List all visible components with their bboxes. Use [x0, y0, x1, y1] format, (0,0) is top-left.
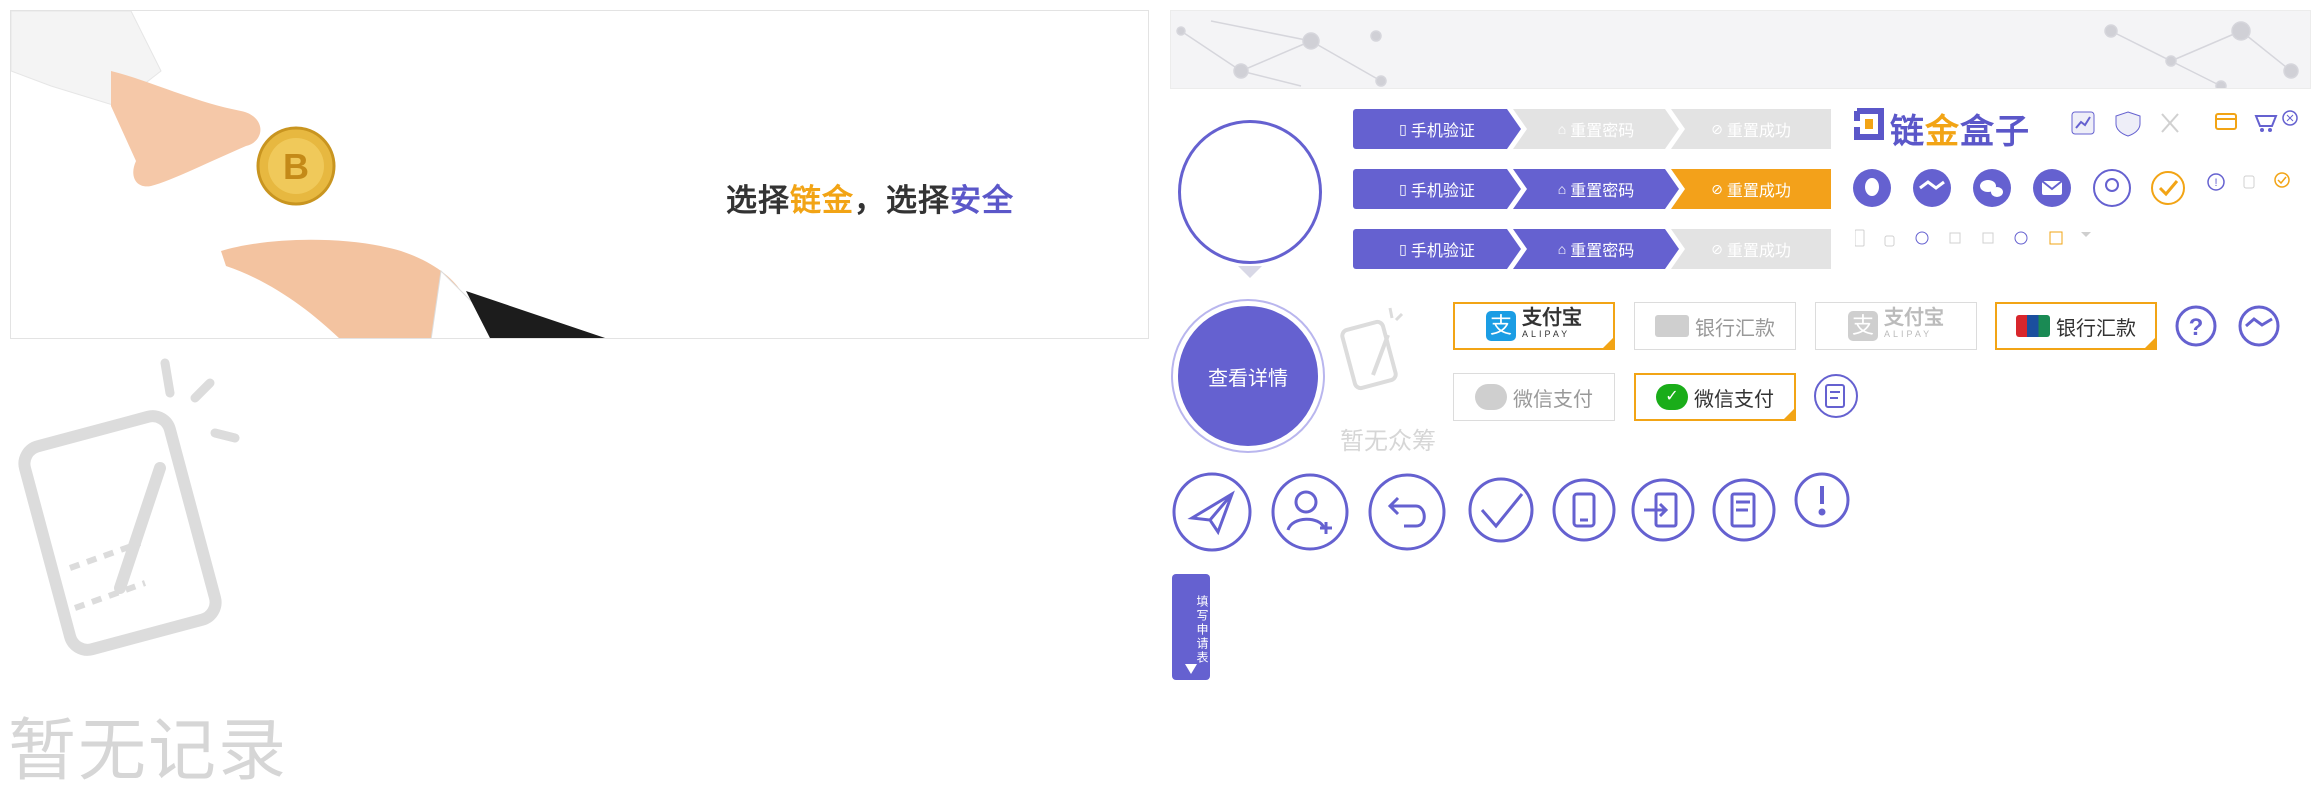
mobile-icon: ▯ [1399, 180, 1407, 197]
step-label: 重置密码 [1570, 123, 1635, 140]
mobile-outline-icon [1552, 478, 1616, 542]
step-reset-password[interactable]: ⌂ 重置密码 [1513, 229, 1679, 269]
alipay-en-label: ALIPAY [1884, 329, 1933, 339]
logo-box-icon [1854, 108, 1884, 140]
wechat-pay-icon [1475, 384, 1507, 410]
user-icon [2093, 169, 2131, 207]
wechat-pay-label: 微信支付 [1694, 388, 1774, 411]
step-phone-verify[interactable]: ▯ 手机验证 [1353, 109, 1521, 149]
fill-application-label: 填写申请表 [1195, 595, 1209, 665]
step-label: 重置密码 [1570, 243, 1635, 260]
slogan-highlight-gold: 链金 [790, 183, 854, 218]
bank-transfer-option-selected[interactable]: 银行汇款 [1995, 302, 2157, 350]
outline-icons-row [1172, 472, 1850, 552]
step-label: 重置成功 [1726, 183, 1791, 200]
check-circle-icon: ⊘ [1711, 180, 1723, 197]
handshake-outline-icon [2238, 305, 2280, 347]
svg-text:B: B [283, 146, 309, 187]
slogan-text: 选择 [726, 183, 790, 218]
alipay-label: 支付宝 [1884, 307, 1944, 329]
step-reset-success[interactable]: ⊘ 重置成功 [1671, 109, 1831, 149]
empty-crowdfund-icon [1340, 307, 1404, 391]
svg-text:?: ? [2189, 314, 2204, 341]
step-label: 手机验证 [1410, 243, 1475, 260]
coin-hands-illustration: B [11, 11, 606, 338]
empty-records-icon [18, 358, 240, 656]
document-check-icon[interactable] [1812, 372, 1860, 420]
selected-corner-icon [2143, 336, 2157, 350]
stepbar-state-3: ▯ 手机验证 ⌂ 重置密码 ⊘ 重置成功 [1353, 169, 1833, 209]
alipay-icon: 支 [1486, 311, 1516, 341]
alipay-icon: 支 [1848, 311, 1878, 341]
brand-text: 链 [1890, 113, 1925, 151]
handshake-icon [1913, 169, 1951, 207]
empty-records-text: 暂无记录 [8, 713, 289, 789]
selected-corner-icon [1601, 336, 1615, 350]
help-icons: ? [2175, 305, 2280, 347]
wechat-pay-option-selected[interactable]: ✓ 微信支付 [1634, 373, 1796, 421]
pointer-arrow-icon [1238, 266, 1262, 278]
check-circle-icon: ⊘ [1711, 240, 1723, 257]
step-phone-verify[interactable]: ▯ 手机验证 [1353, 169, 1521, 209]
alipay-en-label: ALIPAY [1522, 329, 1571, 339]
empty-crowdfund-text: 暂无众筹 [1340, 428, 1436, 455]
avatar-placeholder [1178, 120, 1322, 264]
bank-transfer-label: 银行汇款 [2056, 317, 2136, 340]
small-icons-row-1 [2071, 110, 2298, 137]
brand-text-gold: 金 [1925, 113, 1960, 151]
slogan-text: 选择 [886, 183, 950, 218]
tiny-icons-row [1855, 229, 2091, 247]
wechat-pay-icon: ✓ [1656, 384, 1688, 410]
slogan-separator: ， [854, 183, 886, 218]
step-label: 手机验证 [1410, 183, 1475, 200]
unionpay-icon [1655, 315, 1689, 337]
network-pattern-header [1170, 10, 2311, 89]
step-reset-password[interactable]: ⌂ 重置密码 [1513, 169, 1679, 209]
step-phone-verify[interactable]: ▯ 手机验证 [1353, 229, 1521, 269]
check-outline-icon [1468, 477, 1534, 543]
brand-text: 盒子 [1960, 113, 2030, 151]
undo-icon [1368, 473, 1446, 551]
brand-logo: 链金盒子 [1890, 104, 2030, 153]
step-label: 重置成功 [1726, 243, 1791, 260]
step-reset-success[interactable]: ⊘ 重置成功 [1671, 229, 1831, 269]
slogan-highlight-purple: 安全 [950, 183, 1014, 218]
check-circle-icon: ⊘ [1711, 120, 1723, 137]
stepbar-state-2: ▯ 手机验证 ⌂ 重置密码 ⊘ 重置成功 [1353, 229, 1833, 269]
bank-transfer-label: 银行汇款 [1695, 317, 1775, 340]
mobile-icon: ▯ [1399, 120, 1407, 137]
wechat-pay-option[interactable]: 微信支付 [1453, 373, 1615, 421]
selected-corner-icon [1782, 407, 1796, 421]
alipay-option[interactable]: 支 支付宝 ALIPAY [1815, 302, 1977, 350]
promo-banner: B 选择链金，选择安全 [10, 10, 1149, 339]
step-reset-success[interactable]: ⊘ 重置成功 [1671, 169, 1831, 209]
bank-transfer-option[interactable]: 银行汇款 [1634, 302, 1796, 350]
view-details-button[interactable]: 查看详情 [1178, 306, 1318, 446]
alipay-label: 支付宝 [1522, 307, 1582, 329]
step-label: 重置成功 [1726, 123, 1791, 140]
lock-icon: ⌂ [1557, 121, 1567, 137]
stepbar-state-1: ▯ 手机验证 ⌂ 重置密码 ⊘ 重置成功 [1353, 109, 1833, 149]
banner-slogan: 选择链金，选择安全 [726, 175, 1014, 220]
alipay-option-selected[interactable]: 支 支付宝 ALIPAY [1453, 302, 1615, 350]
step-label: 手机验证 [1410, 123, 1475, 140]
step-reset-password[interactable]: ⌂ 重置密码 [1513, 109, 1679, 149]
unionpay-icon [2016, 315, 2050, 337]
svg-text:!: ! [2214, 177, 2217, 189]
step-label: 重置密码 [1570, 183, 1635, 200]
check-icon [2151, 171, 2185, 205]
social-icons-row: ! [1853, 169, 2290, 207]
arrow-down-icon [1185, 664, 1197, 674]
lock-icon: ⌂ [1557, 181, 1567, 197]
mobile-icon: ▯ [1399, 240, 1407, 257]
wechat-pay-label: 微信支付 [1513, 388, 1593, 411]
paper-plane-icon [1172, 472, 1252, 552]
lock-icon: ⌂ [1557, 241, 1567, 257]
